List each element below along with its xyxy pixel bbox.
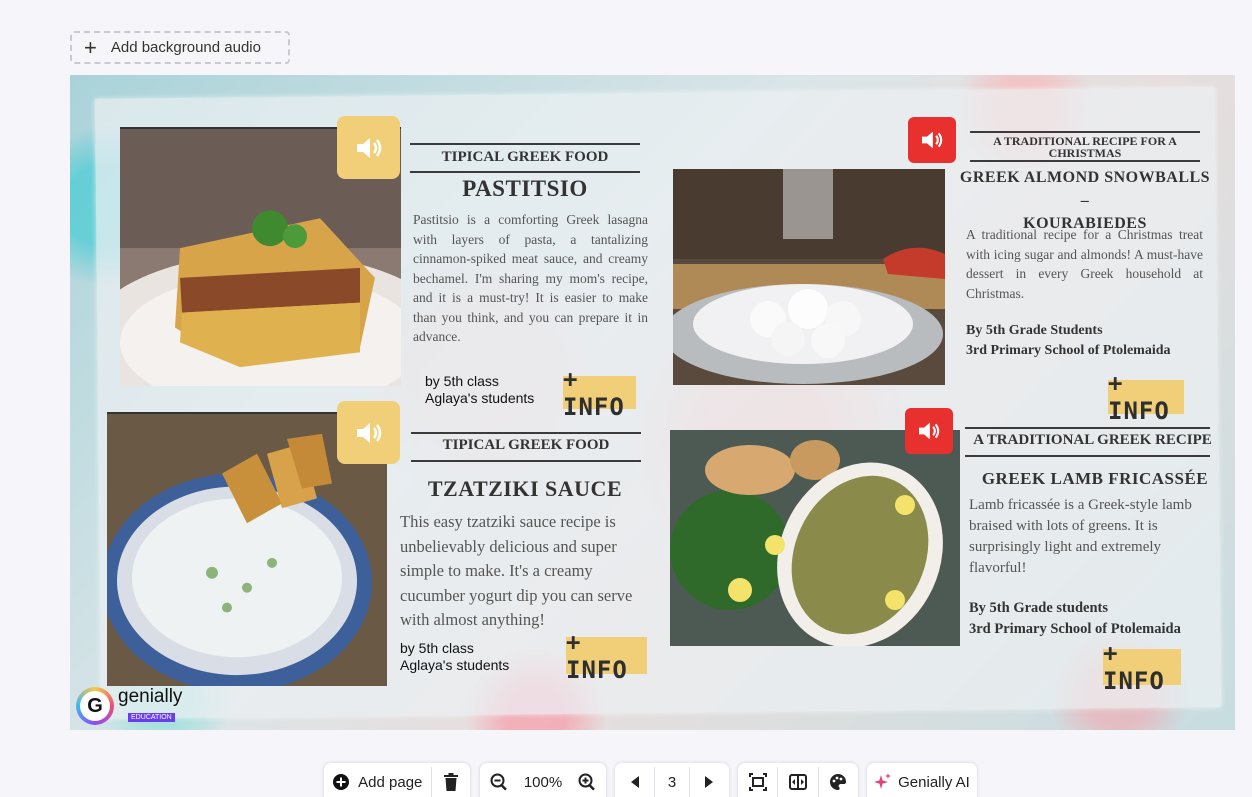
pastitsio-title: PASTITSIO [462, 176, 588, 201]
genially-ai-group: Genially AI [866, 762, 978, 797]
pastitsio-byline: by 5th class Aglaya's students [425, 373, 534, 407]
next-page-button[interactable] [690, 763, 729, 797]
kourabiedes-description: A traditional recipe for a Christmas tre… [966, 227, 1203, 301]
tzatziki-subtitle: TIPICAL GREEK FOOD [442, 437, 610, 453]
delete-page-button[interactable] [432, 763, 470, 797]
fit-screen-icon [748, 773, 767, 791]
kourabiedes-sound-button[interactable] [908, 117, 956, 163]
byline-students: Aglaya's students [425, 390, 535, 406]
divider [970, 131, 1200, 133]
kourabiedes-photo [673, 169, 945, 385]
zoom-in-icon [578, 773, 596, 791]
fricassee-sound-button[interactable] [905, 408, 953, 454]
fricassee-subtitle: A TRADITIONAL GREEK RECIPE [973, 432, 1212, 448]
kourabiedes-credit: By 5th Grade Students 3rd Primary School… [966, 321, 1171, 361]
zoom-in-button[interactable] [569, 763, 606, 797]
logo-brand: genially [118, 686, 183, 707]
page-navigation-group: 3 [614, 762, 730, 797]
divider [410, 171, 640, 173]
byline-class: by 5th class [400, 640, 474, 656]
fricassee-info-button[interactable]: + INFO [1103, 639, 1181, 695]
kourabiedes-subtitle: A TRADITIONAL RECIPE FOR A CHRISTMAS [993, 134, 1177, 160]
fricassee-description: Lamb fricassée is a Greek-style lamb bra… [969, 497, 1192, 576]
speaker-icon [356, 422, 381, 443]
tzatziki-byline: by 5th class Aglaya's students [400, 640, 509, 674]
fit-screen-button[interactable] [738, 763, 777, 797]
credit-line: By 5th Grade Students [966, 323, 1103, 338]
slide-canvas[interactable]: TIPICAL GREEK FOOD PASTITSIO Pastitsio i… [70, 75, 1235, 730]
plus-icon: + [84, 34, 97, 60]
logo-badge: EDUCATION [128, 713, 175, 722]
view-tools-group [737, 762, 859, 797]
palette-icon [830, 774, 847, 790]
add-background-audio-label: Add background audio [110, 39, 261, 56]
sparkle-icon [874, 773, 892, 789]
zoom-level: 100% [523, 773, 563, 791]
previous-page-button[interactable] [615, 763, 654, 797]
page-actions-group: Add page [323, 762, 471, 797]
kourabiedes-info-button[interactable]: + INFO [1108, 369, 1184, 425]
trash-icon [443, 773, 458, 791]
speaker-icon [919, 422, 940, 440]
zoom-group: 100% [479, 762, 607, 797]
divider [965, 427, 1210, 429]
title-line: GREEK ALMOND SNOWBALLS – [959, 169, 1211, 209]
credit-line: By 5th Grade students [969, 600, 1108, 616]
zoom-out-icon [490, 773, 507, 791]
current-page-number[interactable]: 3 [655, 763, 688, 797]
add-background-audio-button[interactable]: + Add background audio [70, 31, 290, 64]
genially-logo: G genially EDUCATION [76, 687, 182, 725]
tzatziki-description: This easy tzatziki sauce recipe is unbel… [400, 512, 633, 629]
credit-line: 3rd Primary School of Ptolemaida [966, 343, 1171, 358]
fricassee-title: GREEK LAMB FRICASSÉE [981, 469, 1209, 488]
byline-class: by 5th class [425, 373, 499, 389]
divider [965, 455, 1210, 457]
credit-line: 3rd Primary School of Ptolemaida [969, 621, 1181, 637]
genially-ai-button[interactable]: Genially AI [867, 763, 977, 797]
pastitsio-description: Pastitsio is a comforting Greek lasagna … [413, 212, 648, 344]
speaker-icon [356, 137, 381, 158]
divider [970, 160, 1200, 162]
add-page-button[interactable]: Add page [324, 763, 431, 797]
genially-logo-icon: G [76, 687, 114, 725]
byline-students: Aglaya's students [400, 657, 510, 673]
speaker-icon [922, 131, 943, 149]
divider [411, 460, 641, 462]
pastitsio-subtitle: TIPICAL GREEK FOOD [441, 149, 609, 165]
triangle-right-icon [705, 776, 714, 788]
zoom-out-button[interactable] [480, 763, 517, 797]
pastitsio-sound-button[interactable] [337, 116, 400, 179]
fricassee-photo [670, 430, 960, 646]
pastitsio-info-button[interactable]: + INFO [563, 365, 636, 421]
divider [410, 143, 640, 145]
genially-ai-label: Genially AI [898, 773, 970, 791]
tzatziki-sound-button[interactable] [337, 401, 400, 464]
divider [411, 432, 641, 434]
fricassee-credit: By 5th Grade students 3rd Primary School… [969, 598, 1181, 640]
split-view-button[interactable] [778, 763, 817, 797]
add-circle-icon [333, 774, 350, 790]
triangle-left-icon [630, 776, 639, 788]
theme-palette-button[interactable] [819, 763, 858, 797]
tzatziki-title: TZATZIKI SAUCE [427, 476, 623, 501]
add-page-label: Add page [358, 773, 423, 791]
split-view-icon [789, 774, 807, 790]
tzatziki-info-button[interactable]: + INFO [566, 628, 647, 684]
